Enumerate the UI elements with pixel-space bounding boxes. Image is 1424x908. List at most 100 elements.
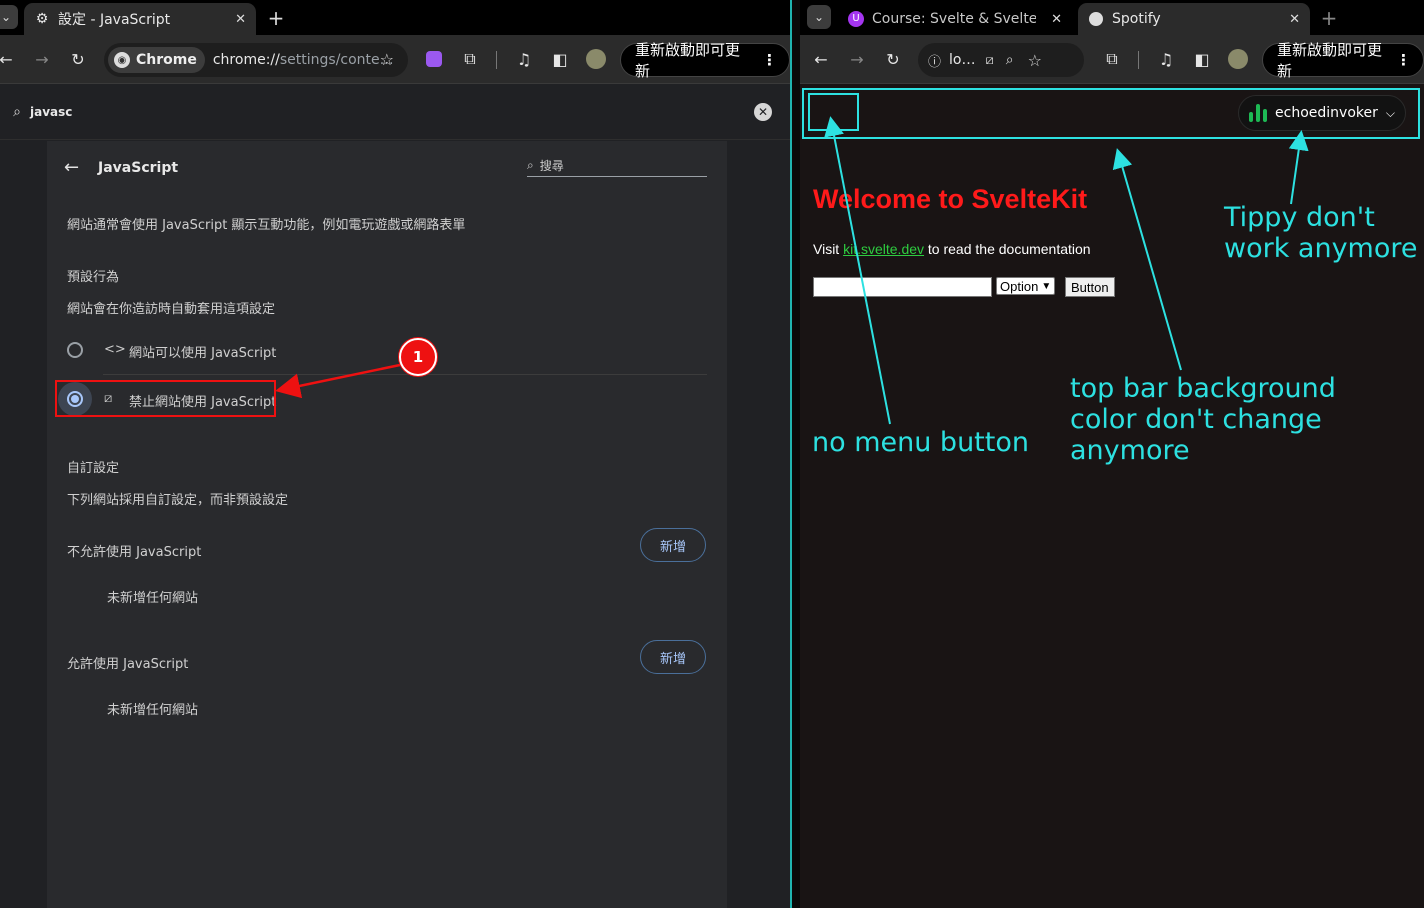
visit-suffix: to read the documentation: [924, 241, 1091, 257]
visit-prefix: Visit: [813, 241, 844, 257]
tab-search-button[interactable]: ⌄: [0, 5, 18, 29]
media-controls-icon[interactable]: ♫: [1154, 47, 1178, 71]
profile-avatar[interactable]: [1226, 47, 1250, 71]
chrome-chip: ◉ Chrome: [108, 47, 205, 73]
add-blocked-site-button[interactable]: 新增: [640, 528, 706, 562]
annotation-line: top bar background: [1070, 373, 1336, 404]
allowed-empty-text: 未新增任何網站: [107, 703, 199, 718]
bookmark-star-icon[interactable]: ☆: [1028, 51, 1042, 70]
radio-allow-javascript[interactable]: [67, 342, 83, 358]
tab-title: 設定 - JavaScript: [58, 12, 171, 28]
address-bar[interactable]: ◉ Chrome chrome://settings/conte… ☆: [104, 43, 408, 77]
left-toolbar: ← → ↻ ◉ Chrome chrome://settings/conte… …: [0, 35, 790, 84]
tab-title: Course: Svelte & SvelteKit: [872, 11, 1036, 27]
new-tab-button[interactable]: +: [1317, 6, 1341, 30]
right-tab-strip: ⌄ U Course: Svelte & SvelteKit ✕ Spotify…: [800, 0, 1424, 35]
annotation-line: anymore: [1070, 435, 1190, 466]
menu-dots-icon: ⋮: [762, 51, 777, 69]
code-icon: <>: [104, 342, 126, 357]
close-tab-icon[interactable]: ✕: [1289, 12, 1300, 27]
forward-arrow-icon[interactable]: →: [845, 47, 869, 71]
restart-update-button[interactable]: 重新啟動即可更新 ⋮: [1262, 41, 1424, 80]
tab-search-button[interactable]: ⌄: [807, 5, 831, 29]
tab-spotify[interactable]: Spotify ✕: [1078, 3, 1310, 35]
left-tab-strip: ⌄ ⚙ 設定 - JavaScript ✕ +: [0, 0, 790, 35]
add-allowed-site-button[interactable]: 新增: [640, 640, 706, 674]
annotation-line: color don't change: [1070, 404, 1322, 435]
docs-link[interactable]: kit.svelte.dev: [843, 241, 924, 257]
update-label: 重新啟動即可更新: [1277, 41, 1383, 80]
close-tab-icon[interactable]: ✕: [235, 12, 246, 27]
search-icon: ⌕: [13, 103, 21, 120]
option-select[interactable]: Option ▼: [996, 277, 1056, 295]
select-value: Option: [1000, 278, 1039, 294]
allowed-label: 允許使用 JavaScript: [67, 657, 189, 672]
search-placeholder: 搜尋: [539, 159, 564, 173]
row-divider: [103, 374, 707, 375]
annotation-menu: no menu button: [812, 427, 1029, 458]
extension-purple-icon[interactable]: [422, 47, 446, 71]
default-behavior-heading: 預設行為: [67, 270, 120, 285]
form-button[interactable]: Button: [1065, 277, 1115, 297]
clear-search-icon[interactable]: ✕: [754, 102, 772, 121]
tab-course-svelte[interactable]: U Course: Svelte & SvelteKit ✕: [838, 3, 1072, 35]
right-browser-window: ⌄ U Course: Svelte & SvelteKit ✕ Spotify…: [800, 0, 1424, 908]
javascript-blocked-icon[interactable]: ⧄: [985, 53, 993, 68]
toolbar-separator: [496, 51, 497, 69]
gear-icon: ⚙: [35, 11, 49, 27]
zoom-icon[interactable]: ⌕: [1006, 52, 1014, 68]
description-text: 網站通常會使用 JavaScript 顯示互動功能，例如電玩遊戲或網路表單: [67, 218, 466, 233]
custom-settings-heading: 自訂設定: [67, 461, 120, 476]
tab-settings-javascript[interactable]: ⚙ 設定 - JavaScript ✕: [24, 3, 256, 35]
page-title: JavaScript: [98, 160, 179, 176]
username: echoedinvoker: [1275, 105, 1378, 121]
annotation-line: work anymore: [1224, 233, 1418, 264]
search-icon: ⌕: [527, 158, 534, 172]
spotify-bars-icon: [1249, 104, 1268, 122]
blocked-empty-text: 未新增任何網站: [107, 591, 199, 606]
settings-search-bar[interactable]: ⌕ javasc ✕: [0, 84, 790, 140]
right-toolbar: ← → ↻ ⓘ lo… ⧄ ⌕ ☆ ⧉ ♫ ◧ 重新啟動即可更新 ⋮: [800, 35, 1424, 84]
site-info-icon[interactable]: ⓘ: [928, 51, 941, 70]
reload-icon[interactable]: ↻: [66, 47, 90, 71]
url-scheme: chrome://: [212, 52, 280, 68]
text-input[interactable]: [813, 277, 992, 297]
tab-title: Spotify: [1112, 11, 1161, 27]
menu-dots-icon: ⋮: [1396, 51, 1411, 69]
profile-avatar[interactable]: [584, 47, 608, 71]
new-tab-button[interactable]: +: [264, 6, 288, 30]
sveltekit-page: echoedinvoker ⌵ Welcome to SvelteKit Vis…: [800, 84, 1424, 908]
back-arrow-icon[interactable]: ←: [64, 157, 79, 178]
extensions-puzzle-icon[interactable]: ⧉: [458, 47, 482, 71]
search-query: javasc: [30, 104, 73, 119]
window-divider: [790, 0, 800, 908]
side-panel-icon[interactable]: ◧: [548, 47, 572, 71]
restart-update-button[interactable]: 重新啟動即可更新 ⋮: [620, 41, 790, 80]
visit-text: Visit kit.svelte.dev to read the documen…: [813, 241, 1091, 257]
bookmark-star-icon[interactable]: ☆: [380, 50, 394, 69]
callout-badge: 1: [399, 338, 437, 376]
menu-annotation-box: [808, 93, 859, 131]
close-tab-icon[interactable]: ✕: [1051, 12, 1062, 27]
back-arrow-icon[interactable]: ←: [809, 47, 833, 71]
not-allowed-label: 不允許使用 JavaScript: [67, 545, 202, 560]
forward-arrow-icon[interactable]: →: [30, 47, 54, 71]
back-arrow-icon[interactable]: ←: [0, 47, 18, 71]
chevron-down-icon: ▼: [1041, 280, 1052, 292]
user-menu-button[interactable]: echoedinvoker ⌵: [1238, 95, 1406, 131]
url-path: settings/conte…: [279, 52, 394, 68]
address-bar[interactable]: ⓘ lo… ⧄ ⌕ ☆: [918, 43, 1084, 77]
annotation-line: Tippy don't: [1224, 202, 1375, 233]
javascript-settings-card: ← JavaScript ⌕ 搜尋 網站通常會使用 JavaScript 顯示互…: [47, 141, 727, 908]
extensions-puzzle-icon[interactable]: ⧉: [1100, 47, 1124, 71]
card-search-input[interactable]: ⌕ 搜尋: [527, 155, 707, 177]
url-text: lo…: [949, 52, 976, 68]
annotation-tippy: Tippy don't work anymore: [1224, 202, 1418, 264]
side-panel-icon[interactable]: ◧: [1190, 47, 1214, 71]
media-controls-icon[interactable]: ♫: [512, 47, 536, 71]
reload-icon[interactable]: ↻: [881, 47, 905, 71]
update-label: 重新啟動即可更新: [635, 41, 741, 80]
card-header: ← JavaScript ⌕ 搜尋: [47, 141, 727, 197]
toolbar-separator: [1138, 51, 1139, 69]
page-icon: [1088, 11, 1104, 27]
